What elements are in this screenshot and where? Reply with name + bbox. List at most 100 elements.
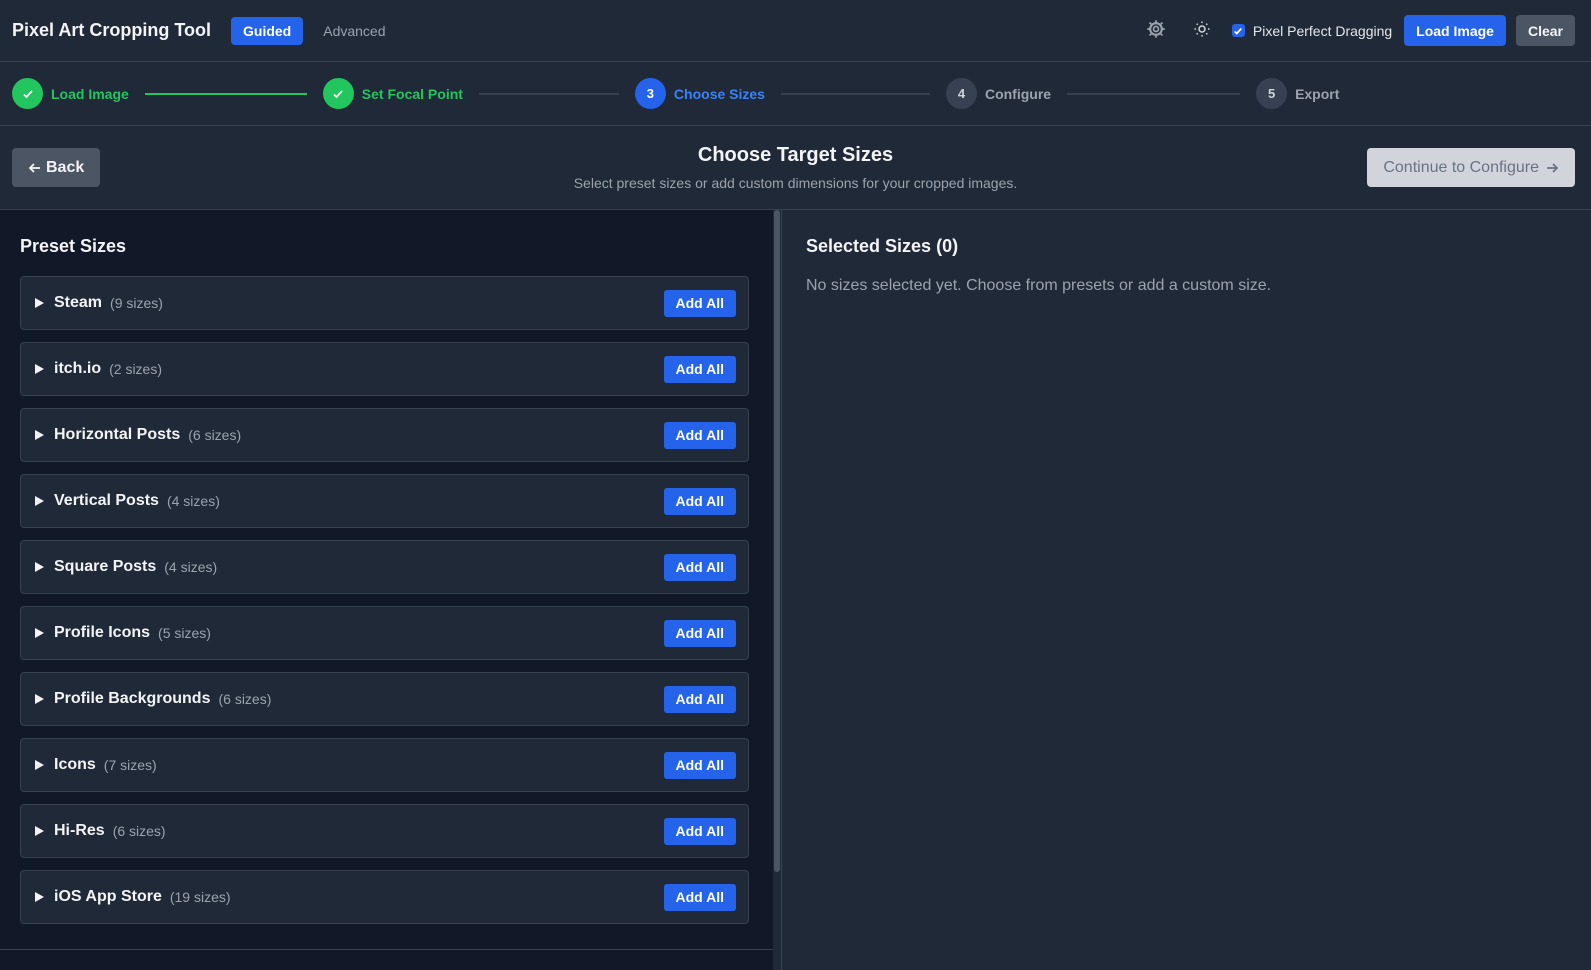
step-header: Back Choose Target Sizes Select preset s… xyxy=(0,126,1591,210)
arrow-left-icon xyxy=(28,162,40,173)
preset-name: itch.io xyxy=(54,360,102,377)
step-load-image[interactable]: Load Image xyxy=(12,78,129,109)
step-label: Export xyxy=(1295,85,1340,102)
page-title: Choose Target Sizes xyxy=(697,144,894,166)
mode-guided-button[interactable]: Guided xyxy=(231,16,304,45)
add-all-button[interactable]: Add All xyxy=(663,619,736,647)
caret-right-icon[interactable] xyxy=(35,298,44,308)
preset-count: (4 sizes) xyxy=(166,493,220,509)
mode-advanced-button[interactable]: Advanced xyxy=(311,17,397,45)
preset-group[interactable]: Horizontal Posts (6 sizes) Add All xyxy=(20,408,749,462)
preset-title: Preset Sizes xyxy=(20,236,127,256)
caret-right-icon[interactable] xyxy=(35,826,44,836)
preset-panel: Preset Sizes Steam (9 sizes) Add All itc… xyxy=(0,210,773,950)
step-label: Choose Sizes xyxy=(673,85,765,102)
preset-group[interactable]: itch.io (2 sizes) Add All xyxy=(20,342,749,396)
preset-count: (2 sizes) xyxy=(109,361,163,377)
caret-right-icon[interactable] xyxy=(35,562,44,572)
preset-group[interactable]: Profile Icons (5 sizes) Add All xyxy=(20,606,749,660)
preset-group[interactable]: Profile Backgrounds (6 sizes) Add All xyxy=(20,672,749,726)
back-button[interactable]: Back xyxy=(12,148,101,187)
caret-right-icon[interactable] xyxy=(35,760,44,770)
preset-count: (5 sizes) xyxy=(158,625,211,641)
preset-name: Icons xyxy=(54,756,96,773)
step-set-focal-point[interactable]: Set Focal Point xyxy=(322,78,463,109)
step-connector xyxy=(780,92,930,95)
preset-count: (9 sizes) xyxy=(110,295,163,311)
theme-toggle-button[interactable] xyxy=(1186,15,1218,47)
step-number: 4 xyxy=(945,78,977,109)
add-all-button[interactable]: Add All xyxy=(663,553,736,581)
arrow-right-icon xyxy=(1547,162,1559,173)
preset-group[interactable]: Square Posts (4 sizes) Add All xyxy=(20,540,749,594)
preset-name: Horizontal Posts xyxy=(54,426,181,443)
step-number: 3 xyxy=(634,78,666,109)
step-connector xyxy=(478,92,619,95)
add-all-button[interactable]: Add All xyxy=(663,751,736,779)
selected-empty-message: No sizes selected yet. Choose from prese… xyxy=(806,277,1272,294)
caret-right-icon[interactable] xyxy=(35,892,44,902)
preset-count: (4 sizes) xyxy=(164,559,218,575)
preset-count: (6 sizes) xyxy=(112,823,166,839)
step-connector xyxy=(144,92,307,95)
back-label: Back xyxy=(46,158,85,176)
load-image-button[interactable]: Load Image xyxy=(1404,15,1506,46)
add-all-button[interactable]: Add All xyxy=(663,883,736,911)
preset-name: Steam xyxy=(54,294,103,311)
preset-name: Profile Backgrounds xyxy=(54,690,211,707)
main-content: Preset Sizes Steam (9 sizes) Add All itc… xyxy=(0,210,1591,970)
preset-count: (7 sizes) xyxy=(103,757,157,773)
preset-name: Square Posts xyxy=(54,558,157,575)
preset-group[interactable]: Steam (9 sizes) Add All xyxy=(20,276,749,330)
step-configure[interactable]: 4 Configure xyxy=(945,78,1052,109)
preset-name: Profile Icons xyxy=(54,624,151,641)
preset-list: Steam (9 sizes) Add All itch.io (2 sizes… xyxy=(20,276,749,924)
wizard-stepper: Load Image Set Focal Point 3 Choose Size… xyxy=(0,62,1591,126)
caret-right-icon[interactable] xyxy=(35,496,44,506)
add-all-button[interactable]: Add All xyxy=(663,685,736,713)
pixel-perfect-checkbox[interactable] xyxy=(1231,24,1245,37)
step-heading: Choose Target Sizes Select preset sizes … xyxy=(0,144,1591,191)
app-header: Pixel Art Cropping Tool Guided Advanced … xyxy=(0,0,1591,62)
preset-name: Vertical Posts xyxy=(54,492,159,509)
preset-scrollbar[interactable] xyxy=(773,210,781,970)
preset-group[interactable]: Vertical Posts (4 sizes) Add All xyxy=(20,474,749,528)
preset-count: (19 sizes) xyxy=(169,889,231,905)
page-description: Select preset sizes or add custom dimens… xyxy=(573,175,1018,191)
continue-button[interactable]: Continue to Configure xyxy=(1367,148,1575,187)
preset-count: (6 sizes) xyxy=(218,691,272,707)
scrollbar-thumb[interactable] xyxy=(774,210,780,872)
caret-right-icon[interactable] xyxy=(35,628,44,638)
step-choose-sizes[interactable]: 3 Choose Sizes xyxy=(634,78,765,109)
preset-count: (6 sizes) xyxy=(188,427,242,443)
pixel-perfect-toggle[interactable]: Pixel Perfect Dragging xyxy=(1231,22,1393,39)
preset-group[interactable]: iOS App Store (19 sizes) Add All xyxy=(20,870,749,924)
selected-title: Selected Sizes (0) xyxy=(806,236,959,256)
sun-icon xyxy=(1193,20,1211,41)
add-all-button[interactable]: Add All xyxy=(663,487,736,515)
add-all-button[interactable]: Add All xyxy=(663,421,736,449)
selected-panel: Selected Sizes (0) No sizes selected yet… xyxy=(781,210,1591,970)
caret-right-icon[interactable] xyxy=(35,694,44,704)
pixel-perfect-label: Pixel Perfect Dragging xyxy=(1252,22,1393,39)
add-all-button[interactable]: Add All xyxy=(663,817,736,845)
preset-name: iOS App Store xyxy=(54,888,162,905)
step-label: Configure xyxy=(984,85,1052,102)
step-label: Load Image xyxy=(51,85,129,102)
check-icon xyxy=(12,78,43,109)
caret-right-icon[interactable] xyxy=(35,430,44,440)
preset-group[interactable]: Hi-Res (6 sizes) Add All xyxy=(20,804,749,858)
check-icon xyxy=(322,78,354,109)
preset-name: Hi-Res xyxy=(54,822,105,839)
add-all-button[interactable]: Add All xyxy=(663,355,736,383)
step-connector xyxy=(1067,92,1241,95)
preset-group[interactable]: Icons (7 sizes) Add All xyxy=(20,738,749,792)
caret-right-icon[interactable] xyxy=(35,364,44,374)
step-export[interactable]: 5 Export xyxy=(1256,78,1339,109)
app-title: Pixel Art Cropping Tool xyxy=(12,20,211,40)
step-number: 5 xyxy=(1256,78,1288,109)
clear-button[interactable]: Clear xyxy=(1515,15,1575,46)
settings-button[interactable] xyxy=(1140,15,1172,47)
add-all-button[interactable]: Add All xyxy=(663,289,736,317)
continue-label: Continue to Configure xyxy=(1383,158,1539,176)
